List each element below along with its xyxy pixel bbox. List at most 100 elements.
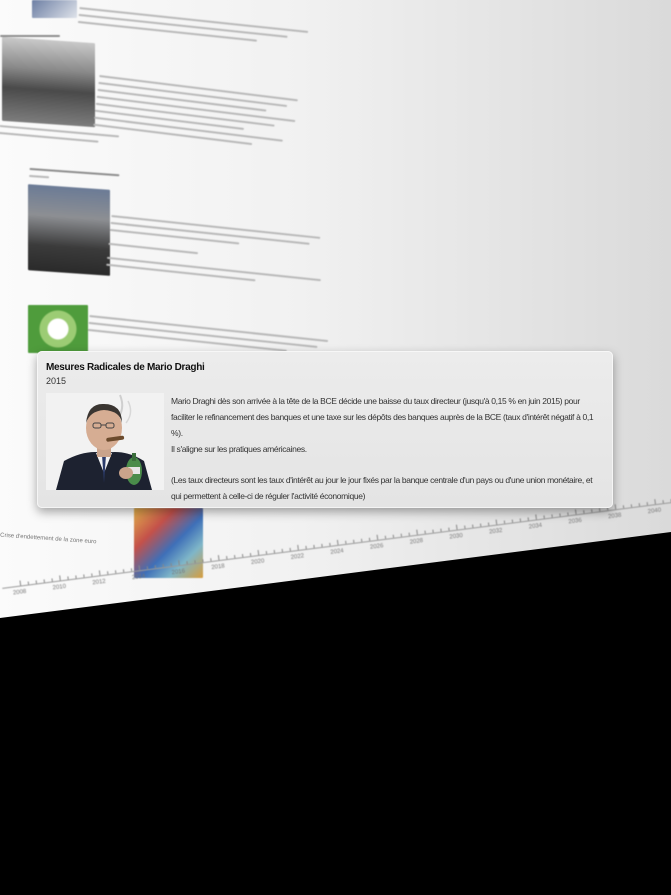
timeline-year-label: 2014 xyxy=(131,573,146,582)
timeline-minor-tick xyxy=(170,563,172,567)
timeline-minor-tick xyxy=(321,543,323,547)
timeline-minor-tick xyxy=(162,564,164,568)
timeline-minor-tick xyxy=(27,581,30,585)
timeline-tick xyxy=(574,509,577,515)
mario-draghi-portrait-image xyxy=(46,393,164,490)
timeline-year-label: 2036 xyxy=(568,517,583,526)
event-text-block xyxy=(106,210,331,294)
timeline-minor-tick xyxy=(241,554,244,558)
timeline-year-label: 2012 xyxy=(92,578,107,587)
timeline-minor-tick xyxy=(432,529,434,533)
event-thumbnail[interactable] xyxy=(2,36,95,128)
timeline-minor-tick xyxy=(591,509,593,513)
event-description-paragraph: (Les taux directeurs sont les taux d'int… xyxy=(171,475,593,501)
timeline-year-label: 2018 xyxy=(211,563,226,572)
timeline-minor-tick xyxy=(186,561,188,565)
timeline-minor-tick xyxy=(511,519,514,523)
event-thumbnail[interactable] xyxy=(28,184,110,276)
timeline-minor-tick xyxy=(583,510,585,514)
timeline-minor-tick xyxy=(210,558,212,562)
timeline-minor-tick xyxy=(646,502,649,506)
timeline-minor-tick xyxy=(130,568,133,572)
timeline-tick xyxy=(98,570,101,576)
timeline-tick xyxy=(455,524,458,530)
event-heading-placeholder xyxy=(0,30,60,42)
timeline-tick xyxy=(376,534,379,540)
timeline-minor-tick xyxy=(83,574,85,578)
event-detail-card[interactable]: Mesures Radicales de Mario Draghi 2015 M… xyxy=(37,351,613,508)
timeline-minor-tick xyxy=(392,534,395,538)
timeline-year-label: 2016 xyxy=(171,568,186,577)
timeline-minor-tick xyxy=(114,570,117,574)
timeline-year-label: 2032 xyxy=(488,527,503,536)
timeline-minor-tick xyxy=(51,578,53,582)
timeline-minor-tick xyxy=(249,552,252,557)
timeline-year-label: 2040 xyxy=(647,507,662,516)
timeline-minor-tick xyxy=(479,523,482,527)
timeline-minor-tick xyxy=(281,548,283,553)
timeline-minor-tick xyxy=(154,565,157,569)
timeline-minor-tick xyxy=(559,513,561,517)
event-text-block xyxy=(77,2,318,53)
timeline-minor-tick xyxy=(487,522,490,526)
event-thumbnail[interactable] xyxy=(28,305,88,353)
timeline-tick xyxy=(654,499,656,505)
timeline-tick xyxy=(19,580,22,586)
timeline-minor-tick xyxy=(91,573,93,577)
timeline-minor-tick xyxy=(519,518,522,522)
portrait-photo xyxy=(46,393,164,490)
timeline-minor-tick xyxy=(107,571,109,575)
timeline-year-label: 2020 xyxy=(250,558,265,567)
timeline-year-label: 2010 xyxy=(52,583,67,592)
timeline-minor-tick xyxy=(551,514,553,518)
timeline-year-label: 2008 xyxy=(12,588,27,597)
timeline-minor-tick xyxy=(35,580,38,584)
timeline-minor-tick xyxy=(400,533,403,537)
timeline-year-label: 2022 xyxy=(290,553,305,561)
timeline-tick xyxy=(535,514,537,520)
timeline-minor-tick xyxy=(527,517,529,521)
timeline-minor-tick xyxy=(202,559,204,563)
timeline-minor-tick xyxy=(305,545,307,549)
timeline-minor-tick xyxy=(289,547,291,552)
timeline-minor-tick xyxy=(67,576,69,580)
timeline-year-label: 2038 xyxy=(607,512,622,521)
timeline-tick xyxy=(138,565,141,571)
timeline-minor-tick xyxy=(408,532,410,536)
timeline-tick xyxy=(178,560,180,566)
timeline-minor-tick xyxy=(368,537,371,541)
timeline-year-label: 2034 xyxy=(528,522,543,531)
event-title: Mesures Radicales de Mario Draghi xyxy=(46,362,205,373)
timeline-minor-tick xyxy=(384,535,387,539)
timeline-minor-tick xyxy=(503,520,506,524)
timeline-minor-tick xyxy=(353,539,355,543)
timeline-minor-tick xyxy=(630,504,633,508)
timeline-tick xyxy=(257,549,260,556)
timeline-minor-tick xyxy=(122,569,125,573)
timeline-minor-tick xyxy=(424,530,426,534)
timeline-minor-tick xyxy=(345,540,347,544)
timeline-minor-tick xyxy=(329,542,331,546)
timeline-minor-tick xyxy=(360,538,363,542)
timeline-tick xyxy=(297,544,299,550)
timeline-minor-tick xyxy=(75,575,77,579)
timeline-minor-tick xyxy=(146,566,149,570)
event-description-paragraph: Mario Draghi dès son arrivée à la tête d… xyxy=(171,396,594,438)
timeline-year-label: 2024 xyxy=(330,548,345,556)
timeline-tick xyxy=(495,519,498,525)
timeline-tick xyxy=(416,529,418,535)
timeline-year-label: 2026 xyxy=(369,543,384,551)
event-thumbnail[interactable] xyxy=(32,0,77,18)
timeline-minor-tick xyxy=(543,515,545,519)
timeline-minor-tick xyxy=(313,544,315,548)
timeline-minor-tick xyxy=(622,505,625,509)
timeline-year-label: 2028 xyxy=(409,538,424,546)
timeline-minor-tick xyxy=(265,550,268,555)
timeline-minor-tick xyxy=(440,528,442,532)
event-year: 2015 xyxy=(46,376,67,386)
timeline-minor-tick xyxy=(234,555,236,559)
timeline-tick xyxy=(59,575,61,581)
timeline-year-label: 2030 xyxy=(449,532,464,541)
timeline-minor-tick xyxy=(567,512,569,516)
timeline-minor-tick xyxy=(662,500,664,504)
